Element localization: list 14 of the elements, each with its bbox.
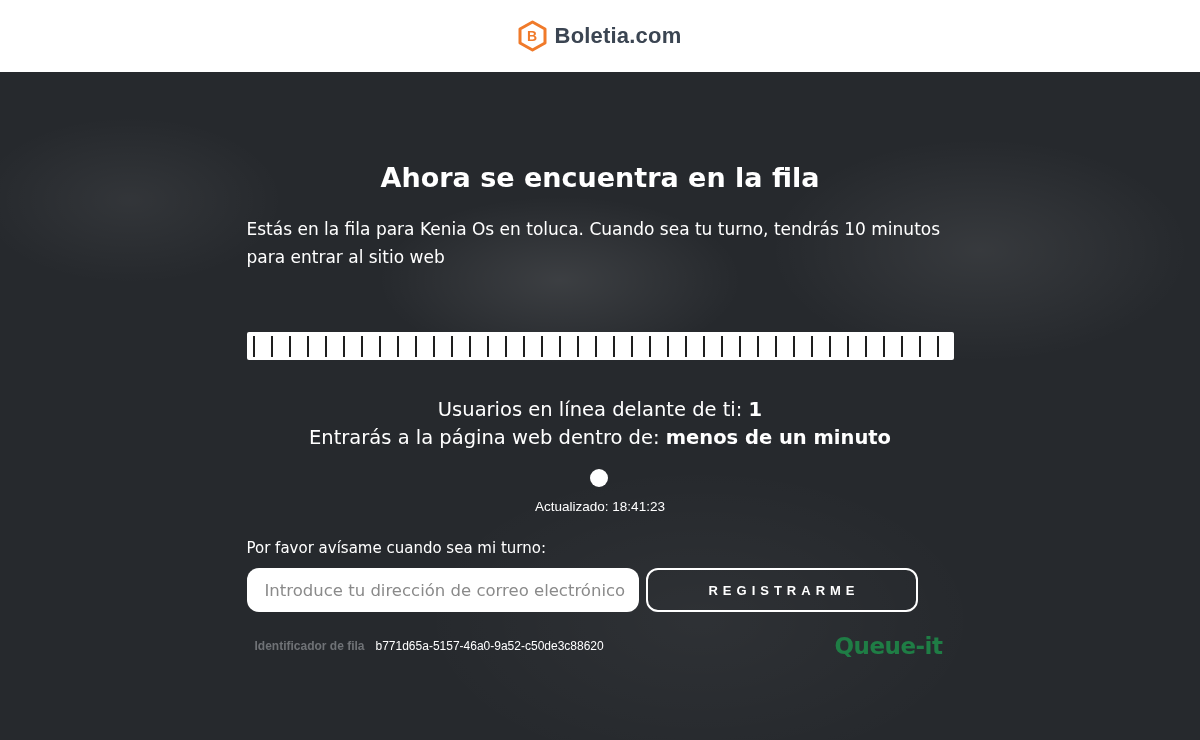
intro-text: Estás en la fila para Kenia Os en toluca. Cuando sea tu turno, tendrás 10 minutos para entrar al sitio web bbox=[246, 218, 942, 269]
notify-label: Por favor avísame cuando sea mi turno: bbox=[246, 538, 547, 558]
users-ahead-text: Usuarios en línea delante de ti: 1 bbox=[436, 397, 764, 423]
logo-mark: B bbox=[516, 20, 548, 52]
updated-time: Actualizado: 18:41:23 bbox=[534, 498, 666, 516]
dot-icon bbox=[589, 469, 608, 487]
page-title: Ahora se encuentra en la fila bbox=[379, 161, 821, 195]
queue-id: b771d65a-5157-46a0-9a52-c50de3c88620 bbox=[375, 638, 604, 654]
wait-time-text: Entrarás a la página web dentro de: menos de un minuto bbox=[308, 425, 892, 451]
queue-id-label: Identificador de fila bbox=[254, 638, 366, 654]
email-field[interactable]: Introduce tu dirección de correo electrónico bbox=[246, 568, 639, 612]
queue-it-logo: Queue-it bbox=[834, 632, 943, 660]
logo-text: Boletia.com bbox=[554, 23, 682, 49]
register-button[interactable]: REGISTRARME bbox=[645, 568, 918, 612]
